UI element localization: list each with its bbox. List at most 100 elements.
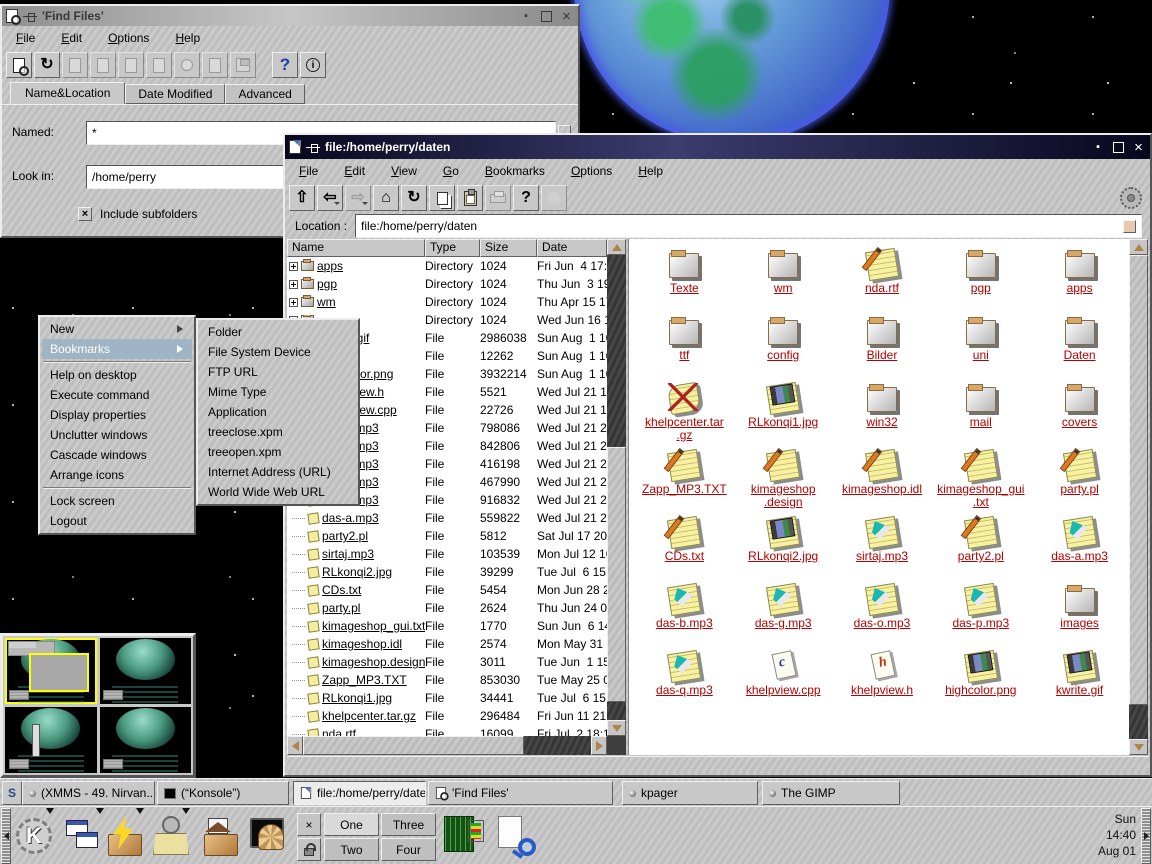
system-monitor-button[interactable] xyxy=(440,812,486,860)
maximize-button[interactable] xyxy=(1111,140,1126,155)
icon-item-images[interactable]: images xyxy=(1030,578,1129,645)
disk-navigator-button[interactable] xyxy=(102,812,148,860)
task-button-file-home-perry-daten[interactable]: file:/home/perry/daten xyxy=(293,781,426,805)
task-button-the-gimp[interactable]: The GIMP xyxy=(762,781,900,805)
panel-clock[interactable]: Sun 14:40 Aug 01 xyxy=(1098,811,1136,859)
icon-item-kimageshop-design[interactable]: kimageshop .design xyxy=(734,444,833,511)
context-menu-item-display-properties[interactable]: Display properties xyxy=(42,405,192,425)
icon-item-apps[interactable]: apps xyxy=(1030,243,1129,310)
file-name-link[interactable]: pgp xyxy=(317,277,337,291)
table-row[interactable]: Zapp_MP3.TXTFile853030Tue May 25 0 xyxy=(287,671,607,689)
context-menu-item-arrange-icons[interactable]: Arrange icons xyxy=(42,465,192,485)
column-header-date[interactable]: Date xyxy=(537,239,607,257)
icon-item-das-p-mp3[interactable]: das-p.mp3 xyxy=(931,578,1030,645)
find-files-launcher-button[interactable] xyxy=(492,812,538,860)
icons-vertical-scrollbar[interactable] xyxy=(1129,239,1148,755)
konsole-button[interactable] xyxy=(246,812,292,860)
submenu-item-mime-type[interactable]: Mime Type xyxy=(200,382,356,402)
help-book-button[interactable]: ? xyxy=(272,52,298,78)
icon-item-covers[interactable]: covers xyxy=(1030,377,1129,444)
file-name-link[interactable]: das-a.mp3 xyxy=(322,511,379,525)
kfm-menu-options[interactable]: Options xyxy=(571,164,612,178)
file-name-link[interactable]: party2.pl xyxy=(322,529,368,543)
submenu-item-world-wide-web-url[interactable]: World Wide Web URL xyxy=(200,482,356,502)
desktop-pager-button-four[interactable]: Four xyxy=(381,838,436,861)
icon-item-das-a-mp3[interactable]: das-a.mp3 xyxy=(1030,511,1129,578)
task-button-kpager[interactable]: kpager xyxy=(622,781,758,805)
kfm-menu-help[interactable]: Help xyxy=(638,164,663,178)
minimize-button[interactable] xyxy=(1091,140,1106,155)
file-name-link[interactable]: kimageshop_gui.txt xyxy=(322,619,425,633)
window-resize-bar[interactable] xyxy=(287,756,1148,773)
file-name-link[interactable]: CDs.txt xyxy=(322,583,361,597)
context-menu-item-help-on-desktop[interactable]: Help on desktop xyxy=(42,365,192,385)
table-row[interactable]: kimageshop.idlFile2574Mon May 31 1 xyxy=(287,635,607,653)
sticky-pin-icon[interactable] xyxy=(23,10,37,22)
package-tools-button[interactable] xyxy=(148,812,194,860)
table-row[interactable]: wmDirectory1024Thu Apr 15 17 xyxy=(287,293,607,311)
scrollbar-thumb[interactable] xyxy=(303,736,524,755)
file-manager-titlebar[interactable]: file:/home/perry/daten xyxy=(285,135,1150,159)
scroll-right-icon[interactable] xyxy=(591,736,607,755)
pager-desktop-3[interactable] xyxy=(5,707,97,773)
icon-item-kwrite-gif[interactable]: kwrite.gif xyxy=(1030,645,1129,712)
submenu-item-treeopen-xpm[interactable]: treeopen.xpm xyxy=(200,442,356,462)
reload-button[interactable]: ↻ xyxy=(401,185,427,211)
scroll-up-icon[interactable] xyxy=(607,239,626,255)
table-row[interactable]: das-a.mp3File559822Wed Jul 21 21 xyxy=(287,509,607,527)
panel-hide-right-button[interactable] xyxy=(1141,808,1151,864)
context-menu-item-lock-screen[interactable]: Lock screen xyxy=(42,491,192,511)
tree-horizontal-scrollbar[interactable] xyxy=(287,736,607,755)
icon-item-party-pl[interactable]: party.pl xyxy=(1030,444,1129,511)
close-button[interactable] xyxy=(1131,140,1146,155)
context-menu-item-bookmarks[interactable]: Bookmarks xyxy=(42,339,192,359)
table-row[interactable]: appsDirectory1024Fri Jun 4 17:2 xyxy=(287,257,607,275)
scroll-up-icon[interactable] xyxy=(1129,239,1148,255)
pager-desktop-2[interactable] xyxy=(100,638,192,704)
up-arrow-button[interactable]: ⇧ xyxy=(289,185,315,211)
find-files-menu-options[interactable]: Options xyxy=(108,31,149,45)
context-menu-item-unclutter-windows[interactable]: Unclutter windows xyxy=(42,425,192,445)
icon-item-daten[interactable]: Daten xyxy=(1030,310,1129,377)
lock-screen-button[interactable] xyxy=(297,838,321,861)
task-button-find-files[interactable]: 'Find Files' xyxy=(428,781,613,805)
icon-item-khelpview-h[interactable]: khelpview.h xyxy=(833,645,932,712)
icon-item-rlkonqi1-jpg[interactable]: RLkonqi1.jpg xyxy=(734,377,833,444)
icon-item-mail[interactable]: mail xyxy=(931,377,1030,444)
scrollbar-thumb[interactable] xyxy=(1129,255,1148,705)
pager-desktop-1[interactable] xyxy=(5,638,97,704)
submenu-item-application[interactable]: Application xyxy=(200,402,356,422)
info-button[interactable] xyxy=(300,52,326,78)
desktop-pager-button-one[interactable]: One xyxy=(324,813,379,836)
desktop-pager-button-two[interactable]: Two xyxy=(324,838,379,861)
context-menu-item-new[interactable]: New xyxy=(42,319,192,339)
find-files-menu-file[interactable]: File xyxy=(16,31,35,45)
help-button[interactable]: ? xyxy=(513,185,539,211)
table-row[interactable]: khelpcenter.tar.gzFile296484Fri Jun 11 2… xyxy=(287,707,607,725)
tree-expand-icon[interactable] xyxy=(289,262,298,271)
maximize-button[interactable] xyxy=(539,9,554,24)
paste-button[interactable] xyxy=(457,185,483,211)
scroll-down-icon[interactable] xyxy=(1129,739,1148,755)
table-row[interactable]: party.plFile2624Thu Jun 24 01 xyxy=(287,599,607,617)
find-files-menu-help[interactable]: Help xyxy=(175,31,200,45)
icon-item-sirtaj-mp3[interactable]: sirtaj.mp3 xyxy=(833,511,932,578)
icon-item-khelpcenter-tar-gz[interactable]: khelpcenter.tar .gz xyxy=(635,377,734,444)
submenu-item-folder[interactable]: Folder xyxy=(200,322,356,342)
logout-button[interactable]: × xyxy=(297,813,321,836)
kfm-menu-view[interactable]: View xyxy=(391,164,417,178)
icon-item-party2-pl[interactable]: party2.pl xyxy=(931,511,1030,578)
icon-item-ttf[interactable]: ttf xyxy=(635,310,734,377)
copy-button[interactable] xyxy=(429,185,455,211)
icon-item-texte[interactable]: Texte xyxy=(635,243,734,310)
file-name-link[interactable]: RLkonqi2.jpg xyxy=(322,565,392,579)
tab-advanced[interactable]: Advanced xyxy=(225,84,304,104)
file-name-link[interactable]: wm xyxy=(317,295,336,309)
close-button[interactable] xyxy=(559,9,574,24)
submenu-item-internet-address-url[interactable]: Internet Address (URL) xyxy=(200,462,356,482)
icon-item-config[interactable]: config xyxy=(734,310,833,377)
context-menu-item-execute-command[interactable]: Execute command xyxy=(42,385,192,405)
table-row[interactable]: nda.rtfFile16099Fri Jul 2 18:1 xyxy=(287,725,607,736)
file-name-link[interactable]: kimageshop.idl xyxy=(322,637,402,651)
kfm-window-icon[interactable] xyxy=(289,140,301,154)
